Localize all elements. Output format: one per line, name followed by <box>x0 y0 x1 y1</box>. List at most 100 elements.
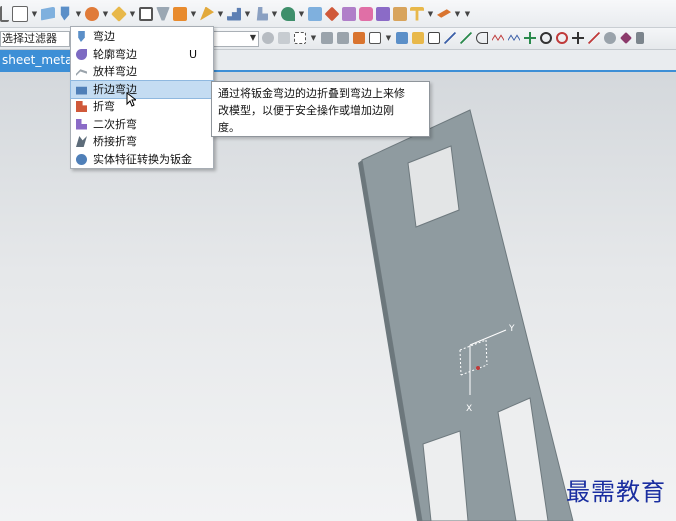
snap-diamond-icon[interactable] <box>620 32 632 44</box>
csys-origin <box>476 366 480 370</box>
stairs-icon[interactable] <box>227 7 241 21</box>
tab-icon[interactable] <box>41 6 55 21</box>
snap-plus-icon[interactable] <box>572 32 584 44</box>
corner-icon[interactable] <box>111 5 127 22</box>
mouse-cursor-icon <box>126 92 136 107</box>
snap-curve-icon[interactable] <box>476 32 488 44</box>
jog-icon <box>76 118 87 130</box>
sheet-icon[interactable] <box>308 6 322 21</box>
chevron-down-icon[interactable]: ▼ <box>271 10 278 18</box>
box-icon[interactable] <box>139 6 153 21</box>
watermark: 最需教育 <box>566 478 666 506</box>
select-box-icon[interactable] <box>294 32 306 44</box>
menu-item-hem-flange[interactable]: 折边弯边 <box>70 79 214 99</box>
selection-filter-combo[interactable]: 选择过滤器 <box>0 31 70 47</box>
snap-wave-icon[interactable] <box>492 34 504 41</box>
arrow-icon[interactable] <box>321 32 333 44</box>
menu-item-lofted-flange[interactable]: 放样弯边 <box>71 63 213 81</box>
menu-item-label: 轮廓弯边 <box>93 47 137 61</box>
axis-label-y: Y <box>508 324 515 334</box>
bend-icon[interactable] <box>200 6 214 21</box>
contour-flange-icon <box>76 48 87 60</box>
axis-label-x: X <box>466 404 472 414</box>
bend-icon <box>76 101 87 112</box>
cube-icon[interactable] <box>342 6 356 21</box>
snap-icons: ▼ ▼ <box>262 32 644 44</box>
sketch-icon[interactable] <box>0 5 9 22</box>
chevron-down-icon[interactable]: ▼ <box>244 10 251 18</box>
snap-cross-icon[interactable] <box>524 32 536 44</box>
hand-icon[interactable] <box>256 6 268 21</box>
flange-icon[interactable] <box>60 6 70 21</box>
arrow2-icon[interactable] <box>337 32 349 44</box>
menu-item-label: 放样弯边 <box>93 65 137 78</box>
chevron-down-icon[interactable]: ▼ <box>310 34 317 42</box>
menu-item-contour-flange[interactable]: 轮廓弯边 U <box>71 46 213 64</box>
snap-wave2-icon[interactable] <box>508 34 520 41</box>
view-icon[interactable] <box>396 32 408 44</box>
funnel-icon[interactable] <box>156 6 170 21</box>
menu-item-bend[interactable]: 折弯 <box>71 98 213 116</box>
chevron-down-icon[interactable]: ▼ <box>250 33 256 42</box>
chevron-down-icon[interactable]: ▼ <box>217 10 224 18</box>
sphere-icon[interactable] <box>85 6 99 21</box>
solid-icon[interactable] <box>412 32 424 44</box>
unfold-icon[interactable] <box>393 6 407 21</box>
snap-center-icon[interactable] <box>540 32 552 44</box>
menu-item-label: 二次折弯 <box>93 117 137 131</box>
tooltip-line-3: 度。 <box>218 121 240 134</box>
selection-filter-value: 选择过滤器 <box>2 32 57 45</box>
snap-point-icon[interactable] <box>428 32 440 44</box>
chevron-down-icon[interactable]: ▼ <box>385 34 392 42</box>
chevron-down-icon[interactable]: ▼ <box>298 10 305 18</box>
snap-slash-icon[interactable] <box>588 32 600 44</box>
chevron-down-icon[interactable]: ▼ <box>454 10 461 18</box>
book-icon[interactable] <box>173 6 187 21</box>
menu-item-flange[interactable]: 弯边 <box>71 28 213 46</box>
tooltip-line-2: 改模型，以便于安全操作或增加边刚 <box>218 104 394 117</box>
menu-item-convert-to-sheet-metal[interactable]: 实体特征转换为钣金 <box>71 151 213 169</box>
diamond-icon[interactable] <box>324 6 340 21</box>
menu-item-shortcut: U <box>188 47 197 61</box>
menu-item-label: 桥接折弯 <box>93 135 137 148</box>
chevron-down-icon[interactable]: ▼ <box>464 10 471 18</box>
menu-item-bridge-bend[interactable]: 桥接折弯 <box>71 133 213 151</box>
flange-icon <box>78 31 85 42</box>
chevron-down-icon[interactable]: ▼ <box>102 10 109 18</box>
table-icon[interactable] <box>410 6 424 21</box>
hem-flange-tooltip: 通过将钣金弯边的边折叠到弯边上来修 改模型，以便于安全操作或增加边刚 度。 <box>211 81 430 137</box>
snap-line-icon[interactable] <box>444 32 456 44</box>
main-toolbar: ▼ ▼ ▼ ▼ ▼ ▼ ▼ ▼ ▼ ▼ ▼ ▼ <box>0 0 676 28</box>
selection-scope-combo[interactable]: ▼ <box>213 31 259 47</box>
chevron-down-icon[interactable]: ▼ <box>31 10 38 18</box>
convert-to-sheet-metal-icon <box>76 153 87 165</box>
rectangle-icon[interactable] <box>12 5 28 22</box>
bridge-bend-icon <box>76 136 87 147</box>
chevron-down-icon[interactable]: ▼ <box>427 10 434 18</box>
chevron-down-icon[interactable]: ▼ <box>75 10 82 18</box>
shapes-icon[interactable] <box>359 6 373 21</box>
chevron-down-icon[interactable]: ▼ <box>129 10 136 18</box>
flat-pattern-icon[interactable] <box>437 9 451 18</box>
hem-flange-icon <box>76 86 87 95</box>
part-face[interactable] <box>361 109 574 521</box>
cursor-icon[interactable] <box>278 32 290 44</box>
shapes2-icon[interactable] <box>376 6 390 21</box>
flange-dropdown-menu: 弯边 轮廓弯边 U 放样弯边 折边弯边 折弯 二次折弯 桥接折弯 实体特征转换为… <box>70 26 214 169</box>
menu-item-jog[interactable]: 二次折弯 <box>71 116 213 134</box>
chevron-down-icon[interactable]: ▼ <box>190 10 197 18</box>
gear-icon[interactable] <box>262 32 274 44</box>
snap-circle-icon[interactable] <box>556 32 568 44</box>
tooltip-line-1: 通过将钣金弯边的边折叠到弯边上来修 <box>218 87 405 100</box>
menu-item-label: 折弯 <box>93 100 115 113</box>
tab-sheet-metal[interactable]: sheet_metal <box>0 50 72 70</box>
menu-item-label: 实体特征转换为钣金 <box>93 152 192 166</box>
component-icon[interactable] <box>353 32 365 44</box>
snap-gear-icon[interactable] <box>604 32 616 44</box>
snap-extra-icon[interactable] <box>636 32 644 44</box>
select-rect-icon[interactable] <box>369 32 381 44</box>
snap-line2-icon[interactable] <box>460 32 472 44</box>
menu-item-label: 弯边 <box>93 30 115 43</box>
pin-icon[interactable] <box>281 6 295 21</box>
lofted-flange-icon <box>76 69 87 76</box>
